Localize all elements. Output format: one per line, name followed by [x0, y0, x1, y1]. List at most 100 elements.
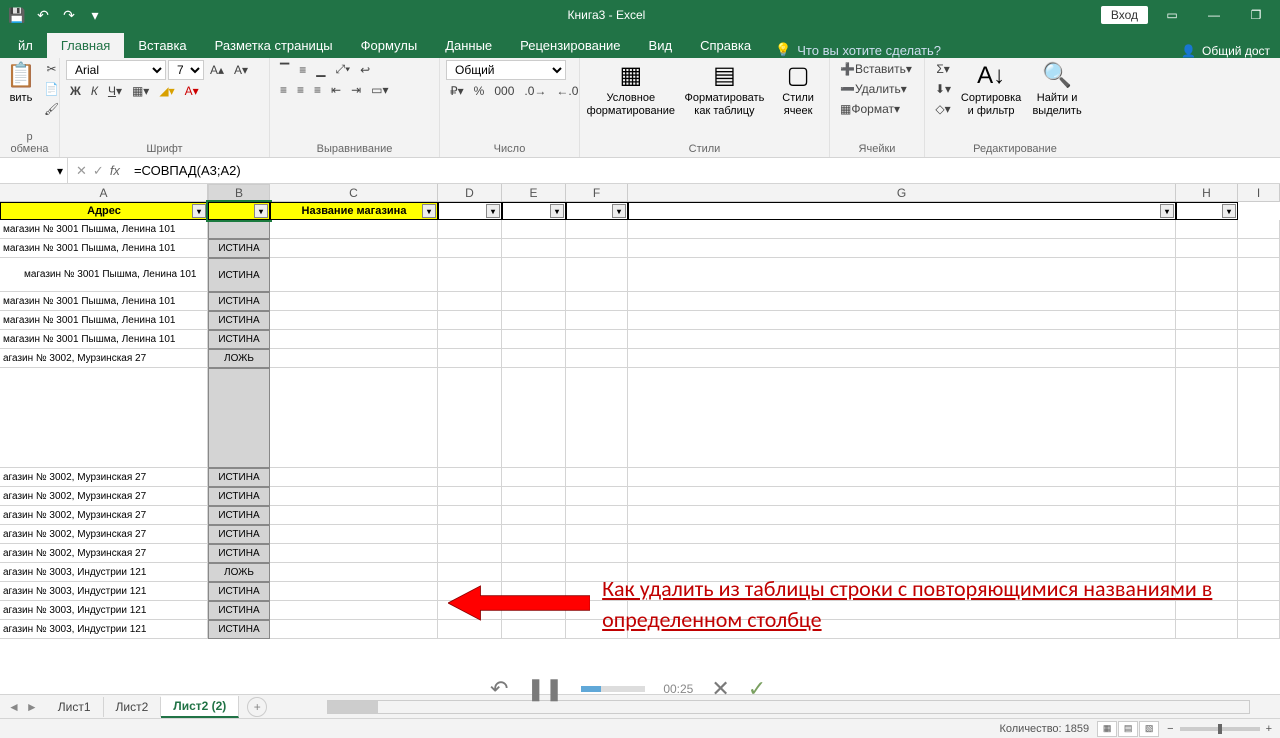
cell[interactable]: [502, 220, 566, 239]
cell[interactable]: [502, 292, 566, 311]
sheet-nav-next-icon[interactable]: ►: [26, 700, 38, 714]
cell-address[interactable]: магазин № 3001 Пышма, Ленина 101: [0, 311, 208, 330]
col-header-b[interactable]: B: [208, 184, 270, 201]
cell[interactable]: [438, 239, 502, 258]
cell[interactable]: [1176, 487, 1238, 506]
sheet-tab-2[interactable]: Лист2: [104, 697, 162, 717]
cell-address[interactable]: агазин № 3002, Мурзинская 27: [0, 506, 208, 525]
autosum-icon[interactable]: Σ▾: [931, 60, 955, 78]
decrease-font-icon[interactable]: A▾: [230, 61, 252, 79]
cell[interactable]: [438, 525, 502, 544]
col-header-f[interactable]: F: [566, 184, 628, 201]
cell[interactable]: [270, 220, 438, 239]
cell[interactable]: [566, 258, 628, 292]
cell-address[interactable]: агазин № 3003, Индустрии 121: [0, 620, 208, 639]
cell[interactable]: [502, 468, 566, 487]
cell-result[interactable]: ЛОЖЬ: [208, 563, 270, 582]
cell-result[interactable]: ИСТИНА: [208, 620, 270, 639]
formula-input[interactable]: =СОВПАД(A3;A2): [128, 163, 1280, 178]
cell[interactable]: [1176, 525, 1238, 544]
cell[interactable]: [1176, 544, 1238, 563]
cell[interactable]: [270, 349, 438, 368]
horizontal-scrollbar[interactable]: [327, 700, 1250, 714]
wrap-text-icon[interactable]: ↩: [356, 61, 374, 79]
comma-icon[interactable]: 000: [490, 82, 518, 100]
underline-button[interactable]: Ч▾: [104, 82, 126, 100]
cell[interactable]: [438, 220, 502, 239]
cell[interactable]: [1238, 487, 1280, 506]
cell-result[interactable]: [208, 220, 270, 239]
cancel-formula-icon[interactable]: ✕: [76, 163, 87, 179]
pause-icon[interactable]: ❚❚: [526, 676, 563, 702]
header-store-name[interactable]: Название магазина▾: [270, 202, 438, 220]
view-normal-icon[interactable]: ▦: [1097, 721, 1117, 737]
worksheet-grid[interactable]: A B C D E F G H I Адрес▾ ▾ Название мага…: [0, 184, 1280, 694]
undo-icon[interactable]: ↶: [34, 6, 52, 24]
col-header-h[interactable]: H: [1176, 184, 1238, 201]
cell[interactable]: [628, 468, 1176, 487]
cell[interactable]: [628, 368, 1176, 468]
cell[interactable]: [270, 544, 438, 563]
cell[interactable]: [1238, 468, 1280, 487]
cell[interactable]: [566, 311, 628, 330]
header-f[interactable]: ▾: [566, 202, 628, 220]
align-right-icon[interactable]: ≡: [310, 81, 325, 99]
zoom-in-icon[interactable]: +: [1266, 723, 1272, 735]
cell[interactable]: [438, 292, 502, 311]
italic-button[interactable]: К: [87, 82, 102, 100]
format-cells-button[interactable]: ▦ Формат ▾: [836, 100, 904, 118]
cell[interactable]: [502, 487, 566, 506]
cell-result[interactable]: ИСТИНА: [208, 582, 270, 601]
cell-address[interactable]: магазин № 3001 Пышма, Ленина 101: [0, 330, 208, 349]
chevron-down-icon[interactable]: ▾: [57, 164, 63, 178]
col-header-a[interactable]: A: [0, 184, 208, 201]
cell[interactable]: [628, 258, 1176, 292]
cell[interactable]: [628, 525, 1176, 544]
fx-icon[interactable]: fx: [110, 163, 120, 178]
login-button[interactable]: Вход: [1101, 6, 1148, 24]
filter-icon[interactable]: ▾: [192, 204, 206, 218]
cell-result[interactable]: ИСТИНА: [208, 468, 270, 487]
cell[interactable]: [1238, 292, 1280, 311]
decrease-decimal-icon[interactable]: ←.0: [552, 82, 582, 100]
cell[interactable]: [270, 525, 438, 544]
cell[interactable]: [1176, 239, 1238, 258]
cell[interactable]: [1238, 239, 1280, 258]
zoom-out-icon[interactable]: −: [1167, 723, 1173, 735]
filter-icon[interactable]: ▾: [486, 204, 500, 218]
cell[interactable]: [270, 487, 438, 506]
find-select-button[interactable]: 🔍Найти и выделить: [1027, 60, 1087, 118]
qat-more-icon[interactable]: ▾: [86, 6, 104, 24]
cell[interactable]: [1238, 311, 1280, 330]
col-header-e[interactable]: E: [502, 184, 566, 201]
cell-result[interactable]: ИСТИНА: [208, 544, 270, 563]
cell[interactable]: [502, 349, 566, 368]
new-sheet-button[interactable]: +: [247, 697, 267, 717]
cell-styles-button[interactable]: ▢Стили ячеек: [773, 60, 823, 118]
cell[interactable]: [502, 311, 566, 330]
cell-address[interactable]: агазин № 3002, Мурзинская 27: [0, 525, 208, 544]
cell[interactable]: [628, 544, 1176, 563]
cell-address[interactable]: [0, 368, 208, 468]
cell[interactable]: [270, 601, 438, 620]
filter-icon[interactable]: ▾: [1222, 204, 1236, 218]
sheet-tab-1[interactable]: Лист1: [46, 697, 104, 717]
filter-icon[interactable]: ▾: [254, 204, 268, 218]
name-box[interactable]: ▾: [0, 158, 68, 183]
table-row[interactable]: агазин № 3002, Мурзинская 27ИСТИНА: [0, 506, 1280, 525]
cell-address[interactable]: магазин № 3001 Пышма, Ленина 101: [0, 292, 208, 311]
insert-cells-button[interactable]: ➕ Вставить ▾: [836, 60, 916, 78]
cell[interactable]: [566, 330, 628, 349]
cell-result[interactable]: ИСТИНА: [208, 292, 270, 311]
header-b[interactable]: ▾: [208, 202, 270, 220]
cell[interactable]: [628, 311, 1176, 330]
number-format-select[interactable]: Общий: [446, 60, 566, 80]
align-left-icon[interactable]: ≡: [276, 81, 291, 99]
tab-help[interactable]: Справка: [686, 33, 765, 58]
cell[interactable]: [270, 368, 438, 468]
cell[interactable]: [270, 506, 438, 525]
sort-filter-button[interactable]: A↓Сортировка и фильтр: [959, 60, 1023, 118]
table-row[interactable]: магазин № 3001 Пышма, Ленина 101: [0, 220, 1280, 239]
tab-insert[interactable]: Вставка: [124, 33, 200, 58]
cell[interactable]: [628, 487, 1176, 506]
